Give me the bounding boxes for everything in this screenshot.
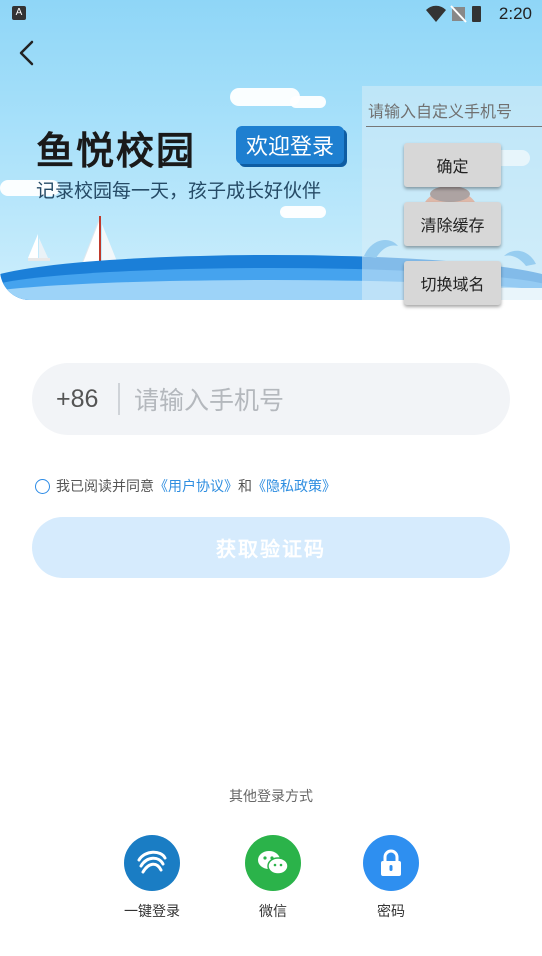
switch-domain-button[interactable]: 切换域名: [404, 261, 501, 305]
clear-cache-button[interactable]: 清除缓存: [404, 202, 501, 246]
agreement-row: 我已阅读并同意 《用户协议》 和 《隐私政策》: [35, 476, 336, 496]
cloud-decoration: [280, 206, 326, 218]
custom-phone-input[interactable]: [366, 96, 542, 127]
brand-title: 鱼悦校园: [36, 129, 197, 173]
notification-icon: A: [12, 6, 26, 20]
wechat-login-option[interactable]: 微信: [233, 835, 313, 921]
status-time: 2:20: [498, 4, 532, 23]
battery-icon: [472, 6, 481, 22]
wifi-icon: [426, 5, 446, 23]
password-login-option[interactable]: 密码: [351, 835, 431, 921]
china-mobile-icon: [124, 835, 180, 891]
divider: [118, 383, 120, 415]
status-bar: A 2:20: [0, 0, 542, 28]
cloud-decoration: [290, 96, 326, 108]
one-click-login-label: 一键登录: [124, 904, 180, 920]
phone-field: +86: [32, 363, 510, 435]
agreement-and-text: 和: [238, 479, 252, 495]
privacy-policy-link[interactable]: 《隐私政策》: [252, 476, 336, 496]
confirm-button[interactable]: 确定: [404, 143, 501, 187]
wechat-login-label: 微信: [259, 904, 287, 920]
user-agreement-link[interactable]: 《用户协议》: [154, 476, 238, 496]
get-code-button[interactable]: 获取验证码: [32, 517, 510, 578]
agreement-checkbox[interactable]: [35, 478, 50, 494]
agreement-text: 我已阅读并同意: [56, 479, 154, 495]
one-click-login-option[interactable]: 一键登录: [112, 835, 192, 921]
back-button[interactable]: [12, 38, 42, 68]
welcome-badge: 欢迎登录: [236, 126, 345, 164]
wechat-icon: [245, 835, 301, 891]
country-code[interactable]: +86: [56, 385, 98, 414]
phone-input[interactable]: [132, 377, 496, 423]
slogan: 记录校园每一天，孩子成长好伙伴: [36, 180, 322, 202]
back-arrow-icon: [19, 40, 34, 66]
status-icons: [426, 5, 481, 23]
lock-icon: [363, 835, 419, 891]
other-login-title: 其他登录方式: [229, 789, 313, 805]
password-login-label: 密码: [377, 904, 405, 920]
